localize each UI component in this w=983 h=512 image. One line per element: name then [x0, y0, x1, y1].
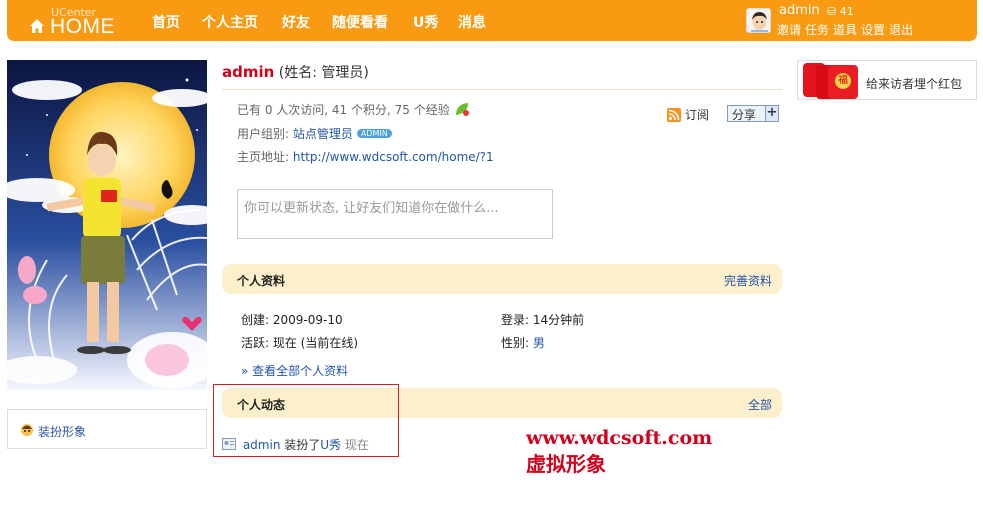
ushow-avatar-image [7, 60, 207, 390]
nav-item-my-space[interactable]: 个人主页 [202, 12, 258, 32]
homepage-url-link[interactable]: http://www.wdcsoft.com/home/?1 [293, 150, 494, 164]
group-label: 用户组别: [237, 127, 290, 141]
dress-up-panel: 装扮形象 [7, 409, 207, 449]
profile-username[interactable]: admin [222, 63, 274, 81]
heading-divider [222, 89, 782, 90]
share-label: 分享 [732, 108, 757, 122]
invite-link[interactable]: 邀请 [777, 23, 801, 37]
user-avatar[interactable] [746, 8, 771, 33]
watermark-url: www.wdcsoft.com [526, 427, 713, 449]
experience-leaf-icon [455, 103, 469, 116]
task-link[interactable]: 任务 [805, 23, 829, 37]
profile-homepage: 主页地址: http://www.wdcsoft.com/home/?1 [237, 148, 494, 165]
profile-heading: admin (姓名: 管理员) [222, 62, 369, 82]
view-all-profile-link[interactable]: » 查看全部个人资料 [241, 362, 348, 379]
settings-link[interactable]: 设置 [861, 23, 885, 37]
admin-badge: ADMIN [356, 129, 392, 138]
personal-info-header: 个人资料 完善资料 [222, 264, 782, 294]
nav-item-browse[interactable]: 随便看看 [332, 12, 388, 32]
props-link[interactable]: 道具 [833, 23, 857, 37]
nav-item-messages[interactable]: 消息 [458, 12, 486, 32]
rss-icon [667, 108, 681, 122]
gender-value-link[interactable]: 男 [533, 336, 545, 350]
user-links: 邀请 任务 道具 设置 退出 [777, 21, 917, 38]
share-plus-icon: + [765, 105, 779, 122]
red-envelope-promo[interactable]: 福 给来访者埋个红包 [797, 60, 977, 100]
gender-field: 性别: 男 [501, 334, 545, 351]
avatar-illustration [7, 60, 207, 390]
complete-profile-link[interactable]: 完善资料 [724, 272, 772, 289]
all-activity-link[interactable]: 全部 [748, 396, 772, 413]
dress-up-link[interactable]: 装扮形象 [38, 423, 86, 440]
nav-item-friends[interactable]: 好友 [282, 12, 310, 32]
home-icon [30, 19, 44, 33]
profile-group: 用户组别: 站点管理员 ADMIN [237, 125, 392, 142]
last-login: 登录: 14分钟前 [501, 313, 585, 327]
red-envelope-promo-text: 给来访者埋个红包 [866, 77, 963, 91]
personal-info-title: 个人资料 [237, 274, 286, 288]
red-envelope-fu-icon: 福 [828, 65, 858, 99]
avatar-face-icon [747, 9, 770, 32]
coin-counter: ⛁ 41 [827, 5, 854, 18]
share-button[interactable]: 分享 + [727, 105, 779, 122]
username-link[interactable]: admin [779, 3, 820, 18]
profile-realname: (姓名: 管理员) [278, 65, 369, 81]
status-placeholder: 你可以更新状态, 让好友们知道你在做什么... [244, 201, 499, 216]
activity-status: 活跃: 现在 (当前在线) [241, 336, 359, 350]
watermark-caption: 虚拟形象 [526, 452, 606, 476]
ucenter-home-logo[interactable]: UCenter HOME [29, 6, 129, 38]
highlight-box [213, 384, 399, 457]
subscribe-button[interactable]: 订阅 [667, 106, 709, 123]
profile-stats: 已有 0 人次访问, 41 个积分, 75 个经验 [237, 101, 470, 118]
subscribe-label: 订阅 [685, 108, 710, 122]
nav-item-home[interactable]: 首页 [152, 12, 180, 32]
status-input[interactable]: 你可以更新状态, 让好友们知道你在做什么... [237, 189, 553, 239]
gender-label: 性别: [501, 336, 530, 350]
dress-up-icon [21, 424, 33, 436]
stats-text: 已有 0 人次访问, 41 个积分, 75 个经验 [237, 103, 450, 117]
nav-item-ushow[interactable]: U秀 [413, 12, 438, 32]
group-value-link[interactable]: 站点管理员 [293, 127, 353, 141]
homepage-label: 主页地址: [237, 150, 290, 164]
top-navigation-bar: UCenter HOME 首页 个人主页 好友 随便看看 U秀 消息 admin… [7, 0, 977, 41]
coin-icon: ⛁ [827, 5, 837, 18]
logout-link[interactable]: 退出 [889, 23, 913, 37]
created-date: 创建: 2009-09-10 [241, 313, 343, 327]
coin-value: 41 [839, 5, 854, 18]
user-panel: admin ⛁ 41 邀请 任务 道具 设置 退出 [743, 3, 963, 38]
logo-big-text: HOME [50, 15, 115, 38]
